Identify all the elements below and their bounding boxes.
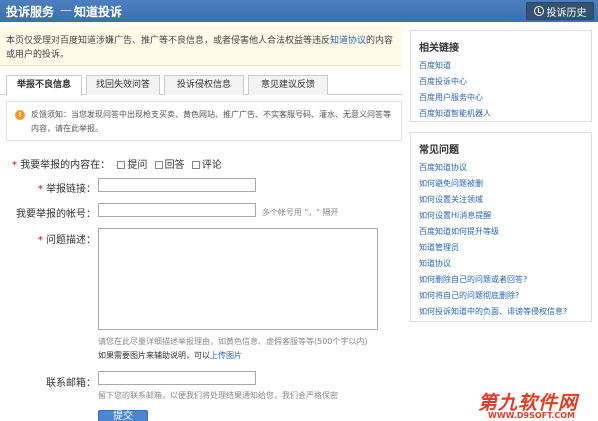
warning-icon: ! — [15, 110, 25, 120]
faq-link[interactable]: 百度知道协议 — [419, 160, 583, 176]
tab-bar: 举报不良信息 找回失效问答 投诉侵权信息 意见建议反馈 — [0, 73, 402, 96]
title-separator: — — [60, 3, 72, 17]
upload-image-link[interactable]: 上传图片 — [210, 351, 242, 360]
required-mark: * — [37, 235, 43, 246]
related-link[interactable]: 百度知道智能机器人 — [419, 106, 583, 122]
related-link[interactable]: 百度投诉中心 — [419, 74, 583, 90]
comment-checkbox[interactable] — [191, 161, 200, 169]
faq-link[interactable]: 知道管理员 — [419, 240, 583, 256]
site-watermark: 第九软件网 WWW.D9SOFT.COM — [472, 388, 598, 421]
report-link-label: 举报链接： — [46, 184, 96, 195]
clock-icon — [533, 6, 544, 16]
comment-option-label: 评论 — [201, 160, 222, 171]
email-label: 联系邮箱： — [46, 378, 96, 389]
report-hint: ! 反馈须知：当您发现问答中出现枪支买卖、黄色网站、推广广告、不实客服号码、灌水… — [6, 101, 402, 141]
content-location-label: 我要举报的内容在： — [20, 160, 111, 171]
agreement-link[interactable]: 知道协议 — [330, 36, 366, 46]
report-link-label-wrap: * 举报链接： — [0, 180, 96, 195]
question-checkbox[interactable] — [117, 161, 126, 169]
question-option-label: 提问 — [127, 160, 148, 171]
required-mark: * — [12, 160, 17, 171]
tab-feedback[interactable]: 意见建议反馈 — [248, 75, 328, 95]
description-textarea[interactable] — [98, 228, 378, 330]
email-input[interactable] — [98, 371, 256, 385]
account-input[interactable] — [98, 203, 256, 217]
description-hint: 请您在此尽量详细描述举报理由，如黄色信息、虚假客服等等(500个字以内) — [98, 337, 368, 346]
image-upload-row: 如果需要图片来辅助说明，可以上传图片 — [98, 350, 242, 361]
required-mark: * — [37, 184, 43, 195]
tab-recover-qa[interactable]: 找回失效问答 — [86, 75, 160, 95]
image-upload-text: 如果需要图片来辅助说明，可以 — [98, 351, 210, 360]
faq-link[interactable]: 百度知道如何提升等级 — [419, 224, 583, 240]
faq-panel: 常见问题 百度知道协议 如何避免问题被删 如何设置关注领域 如何设置Hi消息提醒… — [410, 132, 592, 322]
faq-link[interactable]: 知道协议 — [419, 256, 583, 272]
email-hint: 留下您的联系邮箱，以便我们将处理结果通知给您，我们会严格保密 — [98, 391, 338, 400]
faq-title: 常见问题 — [419, 145, 459, 156]
complaint-history-button[interactable]: 投诉历史 — [526, 2, 594, 20]
faq-link[interactable]: 如何避免问题被删 — [419, 176, 583, 192]
submit-button[interactable]: 提交 — [98, 410, 148, 421]
account-label-wrap: 我要举报的帐号： — [0, 205, 96, 220]
account-label: 我要举报的帐号： — [16, 209, 96, 220]
account-hint: 多个帐号用 "，" 隔开 — [262, 208, 339, 217]
watermark-url: WWW.D9SOFT.COM — [488, 411, 576, 420]
content-location-row: * 我要举报的内容在： 提问 回答 评论 — [12, 156, 222, 171]
top-bar: 投诉服务 — 知道投诉 投诉历史 — [0, 0, 598, 22]
description-label-wrap: * 问题描述： — [0, 231, 96, 246]
page-title: 知道投诉 — [74, 5, 123, 19]
answer-option-label: 回答 — [164, 160, 185, 171]
related-links-panel: 相关链接 百度知道 百度投诉中心 百度用户服务中心 百度知道智能机器人 — [410, 30, 592, 122]
related-link[interactable]: 百度用户服务中心 — [419, 90, 583, 106]
service-title: 投诉服务 — [6, 5, 55, 19]
complaint-history-label: 投诉历史 — [546, 7, 587, 19]
related-link[interactable]: 百度知道 — [419, 58, 583, 74]
email-label-wrap: 联系邮箱： — [0, 374, 96, 389]
faq-link[interactable]: 如何设置关注领域 — [419, 192, 583, 208]
notice-text-before: 本页仅受理对百度知道涉嫌广告、推广等不良信息，或者侵害他人合法权益等违反 — [6, 36, 331, 46]
tab-infringement[interactable]: 投诉侵权信息 — [164, 75, 244, 95]
faq-link[interactable]: 如何删除自己的问题或者回答? — [419, 272, 583, 288]
related-links-title: 相关链接 — [419, 43, 459, 54]
faq-link[interactable]: 如何将自己的问题彻底删除? — [419, 288, 583, 304]
answer-checkbox[interactable] — [154, 161, 163, 169]
tab-report-bad-info[interactable]: 举报不良信息 — [6, 75, 82, 96]
faq-link[interactable]: 如何投诉知道中的负面、诽谤等侵权信息? — [419, 304, 583, 320]
faq-link[interactable]: 如何设置Hi消息提醒 — [419, 208, 583, 224]
scope-notice: 本页仅受理对百度知道涉嫌广告、推广等不良信息，或者侵害他人合法权益等违反知道协议… — [0, 26, 402, 66]
hint-text: 反馈须知：当您发现问答中出现枪支买卖、黄色网站、推广广告、不实客服号码、灌水、无… — [31, 110, 391, 133]
description-label: 问题描述： — [46, 235, 96, 246]
report-link-input[interactable] — [98, 178, 256, 192]
